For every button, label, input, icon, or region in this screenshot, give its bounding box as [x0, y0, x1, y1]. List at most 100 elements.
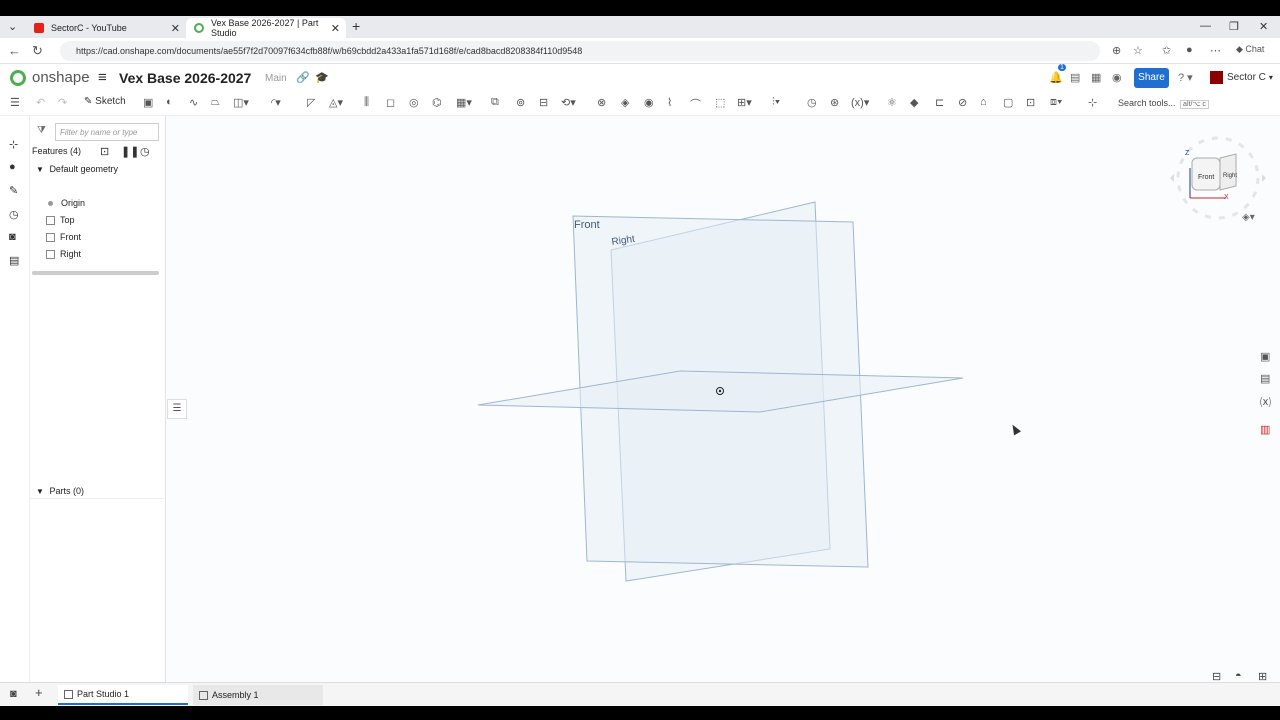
tag-icon[interactable]: ◆: [910, 96, 918, 109]
account-menu[interactable]: Sector C ▾: [1210, 71, 1273, 84]
tree-item-front[interactable]: Front: [46, 232, 81, 242]
measure-icon[interactable]: ◷: [807, 96, 817, 109]
helix-icon[interactable]: ⌇: [667, 96, 672, 109]
section-view-icon[interactable]: ◓: [1235, 670, 1242, 682]
boolean-icon[interactable]: ⊚: [516, 96, 525, 109]
document-info-icon[interactable]: ▤: [1070, 71, 1080, 84]
sheet-metal-icon[interactable]: ⊞▾: [737, 96, 752, 109]
rotate-left-arrow-icon[interactable]: [1170, 174, 1174, 182]
redo-icon[interactable]: ↷: [58, 96, 67, 109]
extension-icon[interactable]: ⊕: [1112, 44, 1121, 57]
close-tab-icon[interactable]: ✕: [331, 22, 340, 35]
view-cube-right-face[interactable]: [1219, 153, 1237, 191]
thread-icon[interactable]: ⌬: [432, 96, 442, 109]
reload-icon[interactable]: ↻: [32, 43, 43, 59]
learning-cap-icon[interactable]: 🎓: [315, 71, 329, 84]
more-features-icon[interactable]: ⧈▾: [1050, 96, 1062, 109]
vr-icon[interactable]: ▥: [1260, 423, 1270, 436]
notifications-icon[interactable]: 🔔: [1049, 71, 1063, 84]
panel-resize-handle[interactable]: [32, 271, 159, 275]
profile-icon[interactable]: ●: [1186, 44, 1193, 56]
rollback-icon[interactable]: ⊡: [100, 145, 109, 158]
origin-marker[interactable]: [716, 387, 724, 395]
filter-icon[interactable]: ⧩: [37, 125, 46, 136]
display-settings-icon[interactable]: ⊞: [1258, 670, 1267, 683]
chamfer-icon[interactable]: ◸: [307, 96, 315, 109]
composite-icon[interactable]: ▢: [1003, 96, 1013, 109]
help-icon[interactable]: ? ▾: [1178, 71, 1193, 84]
tab-list-icon[interactable]: ⌄: [8, 20, 17, 33]
pattern-icon[interactable]: ▦▾: [456, 96, 472, 109]
shell-icon[interactable]: ◻: [386, 96, 395, 109]
sketch-button[interactable]: ✎ Sketch: [84, 96, 126, 107]
tree-item-origin[interactable]: Origin: [46, 198, 85, 208]
panel-collapse-icon[interactable]: ☰: [167, 399, 187, 419]
insert-icon[interactable]: ⊏: [935, 96, 944, 109]
tree-item-top[interactable]: Top: [46, 215, 75, 225]
feature-list-icon[interactable]: ☰: [10, 96, 20, 109]
parts-group[interactable]: ▼ Parts (0): [36, 486, 84, 496]
view-cube[interactable]: Front Right Z X ◈▾: [1166, 128, 1276, 238]
url-field[interactable]: https://cad.onshape.com/documents/ae55f7…: [60, 41, 1100, 61]
configuration-icon[interactable]: ▤: [1260, 372, 1270, 385]
top-plane[interactable]: [477, 370, 964, 413]
split-icon[interactable]: ⊟: [539, 96, 548, 109]
view-options-icon[interactable]: ◈▾: [1242, 212, 1255, 223]
revolve-icon[interactable]: ◐: [166, 96, 173, 108]
hole-icon[interactable]: ◎: [409, 96, 419, 109]
onshape-logo[interactable]: onshape: [10, 69, 90, 86]
graphics-viewport[interactable]: Front Right: [0, 16, 1280, 706]
surface-icon[interactable]: ⬚: [715, 96, 725, 109]
link-icon[interactable]: 🔗: [296, 71, 310, 84]
plane-icon[interactable]: ◈: [621, 96, 629, 109]
bookmark-star-icon[interactable]: ☆: [1133, 44, 1143, 57]
history-icon[interactable]: ◷: [9, 208, 19, 221]
front-plane[interactable]: [572, 215, 869, 568]
tab-manager-icon[interactable]: ◙: [10, 688, 17, 700]
rotate-right-arrow-icon[interactable]: [1262, 174, 1266, 182]
render-studio-icon[interactable]: ◉: [1112, 71, 1122, 84]
rib-icon[interactable]: ⫼: [364, 96, 369, 109]
close-window-icon[interactable]: ✕: [1259, 20, 1268, 33]
document-title[interactable]: Vex Base 2026-2027: [119, 70, 251, 86]
more-menu-icon[interactable]: ⋯: [1210, 44, 1221, 57]
app-store-icon[interactable]: ▦: [1091, 71, 1101, 84]
sweep-icon[interactable]: ∿: [189, 96, 198, 109]
curve-icon[interactable]: ⌒: [690, 96, 701, 112]
maximize-icon[interactable]: ❐: [1229, 20, 1239, 33]
feature-filter-input[interactable]: Filter by name or type: [55, 123, 159, 141]
browser-tab-onshape[interactable]: Vex Base 2026-2027 | Part Studio ✕: [186, 18, 346, 38]
derived-icon[interactable]: ⚛: [887, 96, 897, 109]
back-icon[interactable]: ←: [8, 43, 21, 58]
fit-view-icon[interactable]: ⊹: [1088, 96, 1097, 109]
thicken-icon[interactable]: ◫▾: [233, 96, 249, 109]
variable-icon[interactable]: ⊛: [830, 96, 839, 109]
fx-variable-icon[interactable]: (x)▾: [851, 96, 869, 109]
favorites-icon[interactable]: ✩: [1162, 44, 1171, 57]
tree-item-right[interactable]: Right: [46, 249, 81, 259]
mirror-icon[interactable]: ⧉: [491, 96, 499, 109]
add-tab-icon[interactable]: +: [35, 685, 43, 700]
minimize-icon[interactable]: —: [1200, 20, 1211, 32]
custom-feature-icon[interactable]: ⊡: [1026, 96, 1035, 109]
close-tab-icon[interactable]: ✕: [171, 22, 180, 35]
delete-part-icon[interactable]: ⊗: [597, 96, 606, 109]
tab-assembly-1[interactable]: Assembly 1: [193, 685, 323, 705]
bom-icon[interactable]: ▤: [9, 254, 19, 267]
wrap-icon[interactable]: ⌂: [980, 96, 987, 108]
new-tab-icon[interactable]: +: [352, 18, 360, 34]
comments-icon[interactable]: ●: [9, 161, 16, 173]
share-button[interactable]: Share: [1134, 68, 1169, 88]
draft-icon[interactable]: ◬▾: [329, 96, 343, 109]
browser-tab-youtube[interactable]: SectorC - YouTube ✕: [26, 18, 186, 38]
hamburger-menu-icon[interactable]: ≡: [98, 69, 107, 86]
transform-icon[interactable]: ⟲▾: [561, 96, 576, 109]
view-mode-icon[interactable]: ⊟: [1212, 670, 1221, 683]
undo-icon[interactable]: ↶: [36, 96, 45, 109]
right-plane[interactable]: [610, 201, 831, 582]
appearance-icon[interactable]: ▣: [1260, 350, 1270, 363]
fillet-icon[interactable]: ◜▾: [271, 96, 281, 109]
insert-plus-icon[interactable]: ⊹: [9, 138, 18, 151]
pause-icon[interactable]: ❚❚: [121, 145, 139, 158]
timer-icon[interactable]: ◷: [140, 145, 150, 158]
